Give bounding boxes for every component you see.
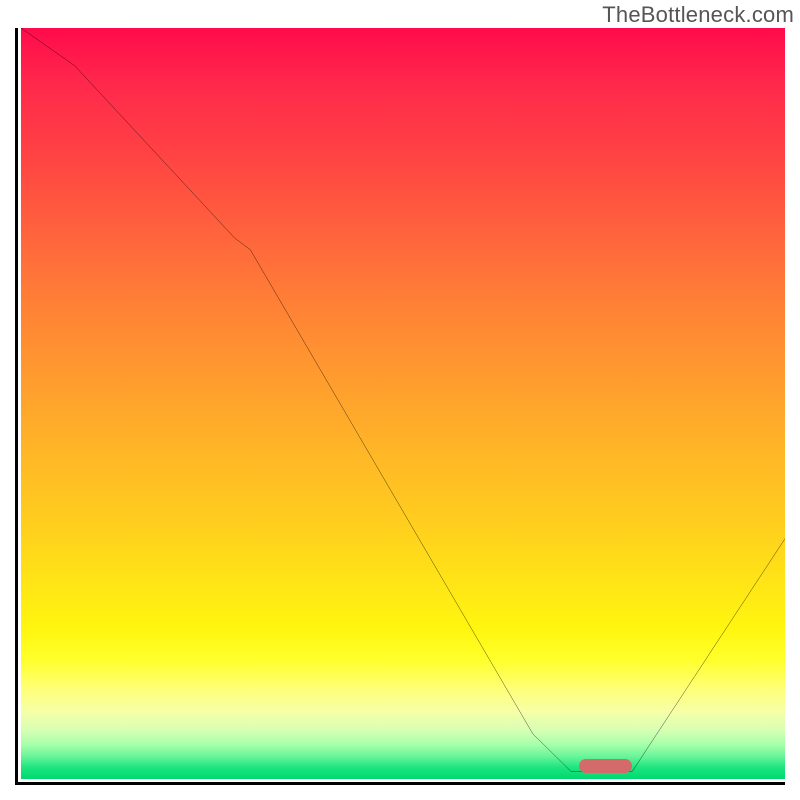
optimal-marker (579, 759, 632, 773)
watermark-text: TheBottleneck.com (602, 2, 794, 28)
bottleneck-curve (21, 28, 785, 779)
plot-clip (21, 28, 785, 779)
plot-area (15, 28, 785, 785)
chart-frame: TheBottleneck.com (0, 0, 800, 800)
